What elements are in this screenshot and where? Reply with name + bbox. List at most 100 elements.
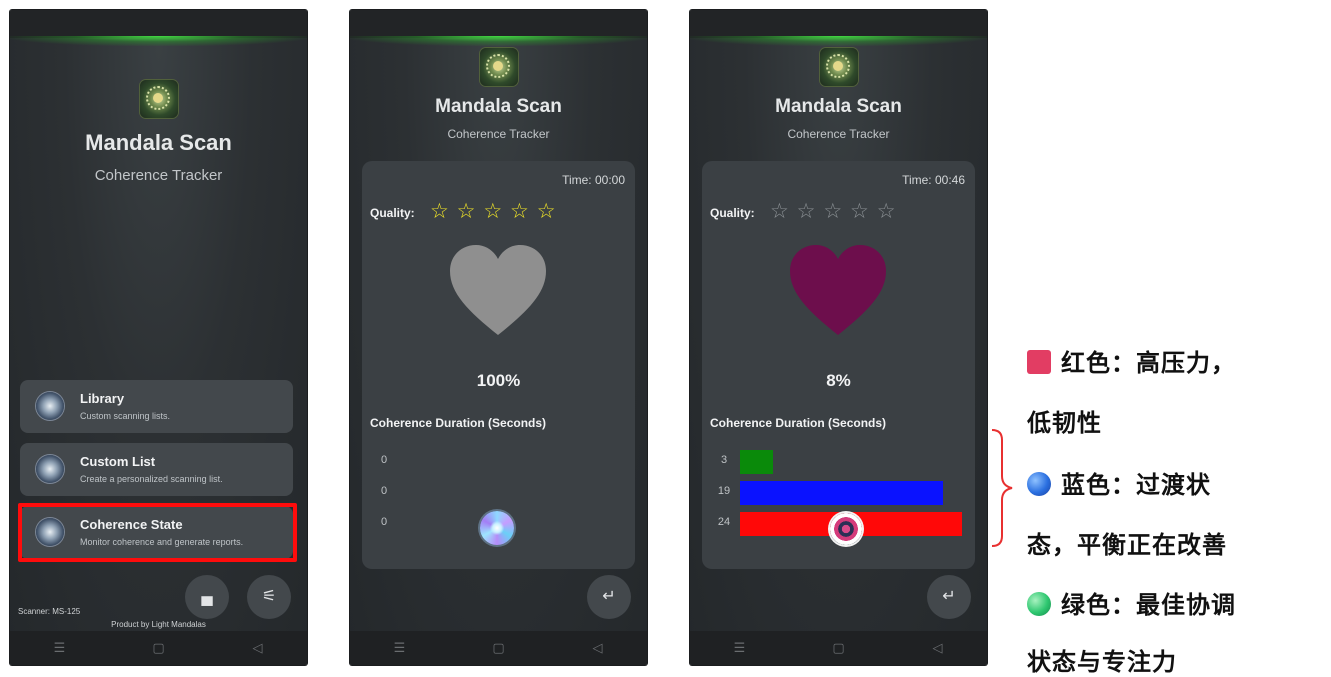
legend-blue-text-2: 态，平衡正在改善: [1027, 531, 1227, 559]
star-icon: ☆: [456, 200, 477, 223]
legend-blue-line-1: 蓝色：过渡状: [1027, 465, 1211, 500]
return-button[interactable]: ↵: [927, 575, 971, 619]
return-icon: ↵: [942, 588, 956, 605]
legend-red-text: 红色：高压力，: [1061, 349, 1236, 377]
quality-stars: ☆ ☆ ☆ ☆ ☆: [770, 199, 897, 224]
star-icon: ☆: [483, 200, 504, 223]
store-button[interactable]: ▄: [185, 575, 229, 619]
menu-icon[interactable]: ☰: [725, 640, 755, 656]
app-subtitle: Coherence Tracker: [787, 127, 890, 141]
app-subtitle: Coherence Tracker: [447, 127, 550, 141]
legend-red-text-2: 低韧性: [1027, 409, 1102, 437]
android-nav-bar: ☰ ▢ ◁: [690, 631, 987, 665]
highlight-box: [18, 503, 297, 562]
duration-value: 19: [717, 485, 731, 497]
custom-list-icon: [36, 455, 64, 483]
timer-label: Time: 00:46: [902, 173, 965, 187]
android-nav-bar: ☰ ▢ ◁: [350, 631, 647, 665]
duration-row: 0: [362, 479, 635, 505]
app-subtitle: Coherence Tracker: [94, 167, 223, 184]
legend-red-line-1: 红色：高压力，: [1027, 343, 1236, 378]
star-icon: ☆: [850, 200, 870, 223]
star-icon: ☆: [796, 200, 817, 223]
return-icon: ↵: [602, 588, 616, 605]
duration-value: 3: [720, 454, 728, 466]
android-nav-bar: ☰ ▢ ◁: [10, 631, 307, 665]
menu-item-description: Custom scanning lists.: [80, 411, 171, 421]
coherence-percent: 8%: [826, 371, 851, 390]
phone-screen-home: Mandala Scan Coherence Tracker Library C…: [10, 10, 307, 665]
quality-stars: ☆ ☆ ☆ ☆ ☆: [430, 199, 557, 224]
store-icon: ▄: [201, 588, 213, 605]
lotus-flower-icon: [480, 511, 514, 545]
top-glow: [350, 36, 647, 46]
app-title: Mandala Scan: [775, 96, 902, 117]
coherence-percent: 100%: [476, 371, 521, 390]
mandala-logo-icon: [819, 48, 858, 86]
menu-item-description: Create a personalized scanning list.: [80, 474, 223, 484]
duration-value: 0: [380, 454, 388, 466]
mandala-logo-icon: [139, 80, 178, 118]
phone-screen-coherence-start: Mandala Scan Coherence Tracker Time: 00:…: [350, 10, 647, 665]
duration-bar-green: [740, 450, 773, 474]
home-icon[interactable]: ▢: [484, 640, 514, 656]
legend-blue-text: 蓝色：过渡状: [1061, 471, 1211, 499]
quality-label: Quality:: [710, 206, 755, 220]
duration-value: 0: [380, 485, 388, 497]
star-icon: ☆: [510, 200, 530, 223]
menu-item-library[interactable]: Library Custom scanning lists.: [20, 380, 293, 433]
coherence-panel: Time: 00:46 Quality: ☆ ☆ ☆ ☆ ☆ 8% Cohere…: [702, 161, 975, 569]
timer-label: Time: 00:00: [562, 173, 625, 187]
duration-row: 0: [362, 448, 635, 474]
settings-icon: ⚟: [261, 588, 277, 605]
menu-item-title: Library: [80, 391, 125, 406]
home-icon[interactable]: ▢: [144, 640, 174, 656]
top-glow: [690, 36, 987, 46]
home-icon[interactable]: ▢: [824, 640, 854, 656]
heart-icon: [450, 245, 546, 335]
legend-green-text-2: 状态与专注力: [1027, 648, 1177, 676]
product-label: Product by Light Mandalas: [111, 620, 206, 629]
coherence-panel: Time: 00:00 Quality: ☆ ☆ ☆ ☆ ☆ 100% Cohe…: [362, 161, 635, 569]
star-icon: ☆: [430, 200, 450, 223]
blue-dot-icon: [1027, 472, 1051, 496]
duration-title: Coherence Duration (Seconds): [710, 416, 887, 430]
duration-value: 0: [380, 516, 388, 528]
menu-item-title: Custom List: [80, 454, 156, 469]
status-bar: [690, 10, 987, 38]
top-glow: [10, 36, 307, 46]
duration-title: Coherence Duration (Seconds): [370, 416, 547, 430]
status-bar: [10, 10, 307, 38]
legend-green-text: 绿色：最佳协调: [1061, 591, 1236, 619]
mandala-logo-icon: [479, 48, 518, 86]
red-square-icon: [1027, 350, 1051, 374]
status-bar: [350, 10, 647, 38]
legend-green-line-1: 绿色：最佳协调: [1027, 585, 1236, 620]
heart-icon: [790, 245, 886, 335]
duration-value: 24: [717, 516, 731, 528]
return-button[interactable]: ↵: [587, 575, 631, 619]
settings-button[interactable]: ⚟: [247, 575, 291, 619]
menu-item-custom-list[interactable]: Custom List Create a personalized scanni…: [20, 443, 293, 496]
library-icon: [36, 392, 64, 420]
green-dot-icon: [1027, 592, 1051, 616]
back-icon[interactable]: ◁: [243, 640, 273, 656]
duration-row-green: 3: [702, 448, 975, 474]
back-icon[interactable]: ◁: [583, 640, 613, 656]
menu-icon[interactable]: ☰: [45, 640, 75, 656]
star-icon: ☆: [770, 200, 790, 223]
legend-bracket: [991, 429, 1013, 547]
quality-label: Quality:: [370, 206, 415, 220]
app-title: Mandala Scan: [85, 130, 232, 155]
scanner-label: Scanner: MS-125: [18, 607, 81, 616]
phone-screen-coherence-active: Mandala Scan Coherence Tracker Time: 00:…: [690, 10, 987, 665]
back-icon[interactable]: ◁: [923, 640, 953, 656]
app-title: Mandala Scan: [435, 96, 562, 117]
menu-icon[interactable]: ☰: [385, 640, 415, 656]
duration-bar-blue: [740, 481, 943, 505]
star-icon: ☆: [536, 200, 557, 223]
duration-row-blue: 19: [702, 479, 975, 505]
star-icon: ☆: [876, 200, 897, 223]
target-marker-icon: [830, 513, 862, 545]
star-icon: ☆: [823, 200, 844, 223]
